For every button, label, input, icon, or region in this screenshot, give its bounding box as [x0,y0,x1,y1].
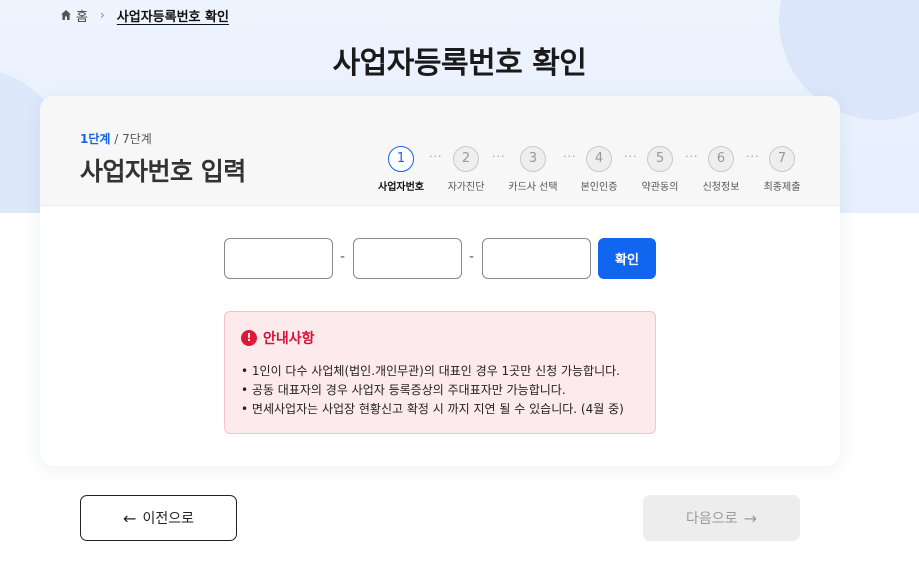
notice-header: ! 안내사항 [241,328,639,348]
breadcrumb: 홈 › 사업자등록번호 확인 [60,6,229,25]
notice-list: 1인이 다수 사업체(법인.개인무관)의 대표인 경우 1곳만 신청 가능합니다… [241,362,639,419]
page-title: 사업자등록번호 확인 [332,46,587,81]
arrow-right-icon: → [743,508,757,528]
step-4: 4 본인인증 [569,146,629,193]
main-card: 1단계 / 7단계 사업자번호 입력 1 사업자번호 ··· 2 자가진단 ··… [40,96,840,466]
step-2-label: 자가진단 [447,182,485,193]
breadcrumb-current[interactable]: 사업자등록번호 확인 [117,6,229,25]
stepper: 1 사업자번호 ··· 2 자가진단 ··· 3 카드사 선택 ··· 4 본인… [40,146,840,196]
step-2: 2 자가진단 [436,146,496,193]
step-count-total: / 7단계 [110,132,152,146]
step-1-label: 사업자번호 [378,182,424,193]
step-7-label: 최종제출 [763,182,801,193]
separator: - [469,249,475,265]
prev-button-label: 이전으로 [142,511,194,527]
notice-item: 1인이 다수 사업체(법인.개인무관)의 대표인 경우 1곳만 신청 가능합니다… [241,362,639,381]
notice-item: 공동 대표자의 경우 사업자 등록증상의 주대표자만 가능합니다. [241,381,639,400]
alert-icon: ! [241,330,257,346]
next-button[interactable]: 다음으로 → [643,495,800,541]
step-4-circle: 4 [586,146,612,172]
notice-item: 면세사업자는 사업장 현황신고 확정 시 까지 지연 될 수 있습니다. (4월… [241,400,639,419]
step-3-circle: 3 [520,146,546,172]
business-number-field-2[interactable] [353,238,462,279]
home-icon [61,10,71,20]
step-5-label: 약관동의 [641,182,679,193]
breadcrumb-home-label: 홈 [76,9,88,25]
confirm-button[interactable]: 확인 [598,238,656,279]
card-header: 1단계 / 7단계 사업자번호 입력 1 사업자번호 ··· 2 자가진단 ··… [40,96,840,206]
step-1-circle: 1 [388,146,414,172]
step-1: 1 사업자번호 [371,146,431,193]
step-2-circle: 2 [453,146,479,172]
step-5: 5 약관동의 [630,146,690,193]
breadcrumb-home[interactable]: 홈 [60,6,88,25]
step-3-label: 카드사 선택 [508,182,558,193]
step-4-label: 본인인증 [580,182,618,193]
prev-button[interactable]: ← 이전으로 [80,495,237,541]
arrow-left-icon: ← [123,508,137,528]
step-6-circle: 6 [708,146,734,172]
step-3: 3 카드사 선택 [503,146,563,193]
separator: - [340,249,346,265]
step-count-current: 1단계 [80,132,111,146]
step-count: 1단계 / 7단계 [80,130,152,147]
business-number-field-1[interactable] [224,238,333,279]
chevron-right-icon: › [99,8,105,22]
step-6-label: 신청정보 [702,182,740,193]
notice-box: ! 안내사항 1인이 다수 사업체(법인.개인무관)의 대표인 경우 1곳만 신… [224,311,656,434]
notice-title: 안내사항 [263,331,315,347]
step-6: 6 신청정보 [691,146,751,193]
step-5-circle: 5 [647,146,673,172]
business-number-field-3[interactable] [482,238,591,279]
step-7-circle: 7 [769,146,795,172]
next-button-label: 다음으로 [686,511,738,527]
step-7: 7 최종제출 [752,146,812,193]
